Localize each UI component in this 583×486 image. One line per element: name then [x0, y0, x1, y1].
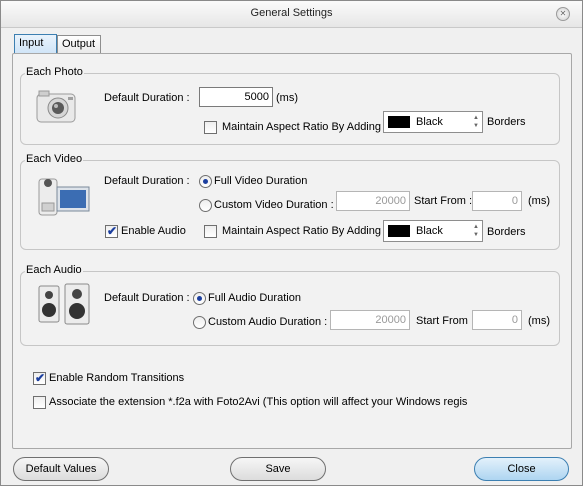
audio-custom-duration-radio[interactable]	[193, 316, 206, 329]
video-group: Each Video Default Duration : Full Video…	[20, 153, 560, 250]
associate-extension-label: Associate the extension *.f2a with Foto2…	[49, 396, 468, 408]
tab-output[interactable]: Output	[57, 35, 101, 54]
audio-start-from-label: Start From :	[416, 315, 475, 327]
photo-maintain-aspect-label: Maintain Aspect Ratio By Adding	[222, 121, 381, 133]
save-button[interactable]: Save	[230, 457, 326, 481]
video-start-unit: (ms)	[528, 195, 550, 207]
camcorder-icon	[35, 173, 93, 223]
photo-border-color-select[interactable]: Black ▲ ▼	[383, 111, 483, 133]
input-panel: Each Photo Default Duration : 5000 (ms) …	[12, 53, 572, 449]
video-custom-duration-label: Custom Video Duration :	[214, 199, 334, 211]
audio-duration-label: Default Duration :	[104, 292, 190, 304]
camera-icon	[34, 86, 78, 130]
video-custom-duration-radio[interactable]	[199, 199, 212, 212]
spin-arrows-icon: ▲ ▼	[473, 115, 479, 129]
photo-duration-label: Default Duration :	[104, 92, 190, 104]
audio-custom-duration-input[interactable]: 20000	[330, 310, 410, 330]
window-title: General Settings	[250, 7, 333, 19]
video-full-duration-label: Full Video Duration	[214, 175, 308, 187]
random-transitions-checkbox[interactable]: ✔	[33, 371, 46, 385]
close-button[interactable]: Close	[474, 457, 569, 481]
audio-group: Each Audio Default Duration : Full Audio…	[20, 264, 560, 346]
video-custom-duration-input[interactable]: 20000	[336, 191, 410, 211]
audio-start-unit: (ms)	[528, 315, 550, 327]
color-swatch	[388, 225, 410, 237]
photo-group: Each Photo Default Duration : 5000 (ms) …	[20, 66, 560, 145]
video-borders-label: Borders	[487, 226, 526, 238]
photo-border-color-value: Black	[416, 116, 443, 128]
video-enable-audio-label: Enable Audio	[121, 225, 186, 237]
audio-custom-duration-label: Custom Audio Duration :	[208, 316, 328, 328]
spin-arrows-icon: ▲ ▼	[473, 224, 479, 238]
photo-borders-label: Borders	[487, 116, 526, 128]
video-maintain-aspect-checkbox[interactable]	[204, 225, 217, 238]
video-enable-audio-checkbox[interactable]: ✔	[105, 224, 118, 238]
video-duration-label: Default Duration :	[104, 175, 190, 187]
video-start-from-label: Start From :	[414, 195, 473, 207]
audio-full-duration-label: Full Audio Duration	[208, 292, 301, 304]
audio-group-title: Each Audio	[25, 264, 83, 276]
audio-start-from-input[interactable]: 0	[472, 310, 522, 330]
video-maintain-aspect-label: Maintain Aspect Ratio By Adding	[222, 225, 381, 237]
close-window-icon[interactable]: ✕	[556, 7, 570, 21]
tab-input[interactable]: Input	[14, 34, 57, 54]
video-group-title: Each Video	[25, 153, 84, 165]
video-border-color-value: Black	[416, 225, 443, 237]
color-swatch	[388, 116, 410, 128]
video-border-color-select[interactable]: Black ▲ ▼	[383, 220, 483, 242]
associate-extension-checkbox[interactable]	[33, 396, 46, 409]
random-transitions-label: Enable Random Transitions	[49, 372, 185, 384]
photo-group-title: Each Photo	[25, 66, 84, 78]
speakers-icon	[35, 282, 95, 328]
photo-duration-input[interactable]: 5000	[199, 87, 273, 107]
video-full-duration-radio[interactable]	[199, 175, 212, 188]
photo-maintain-aspect-checkbox[interactable]	[204, 121, 217, 134]
settings-window: General Settings ✕ Input Output Each Pho…	[0, 0, 583, 486]
default-values-button[interactable]: Default Values	[13, 457, 109, 481]
title-bar: General Settings ✕	[1, 1, 582, 28]
video-start-from-input[interactable]: 0	[472, 191, 522, 211]
audio-full-duration-radio[interactable]	[193, 292, 206, 305]
photo-duration-unit: (ms)	[276, 92, 298, 104]
